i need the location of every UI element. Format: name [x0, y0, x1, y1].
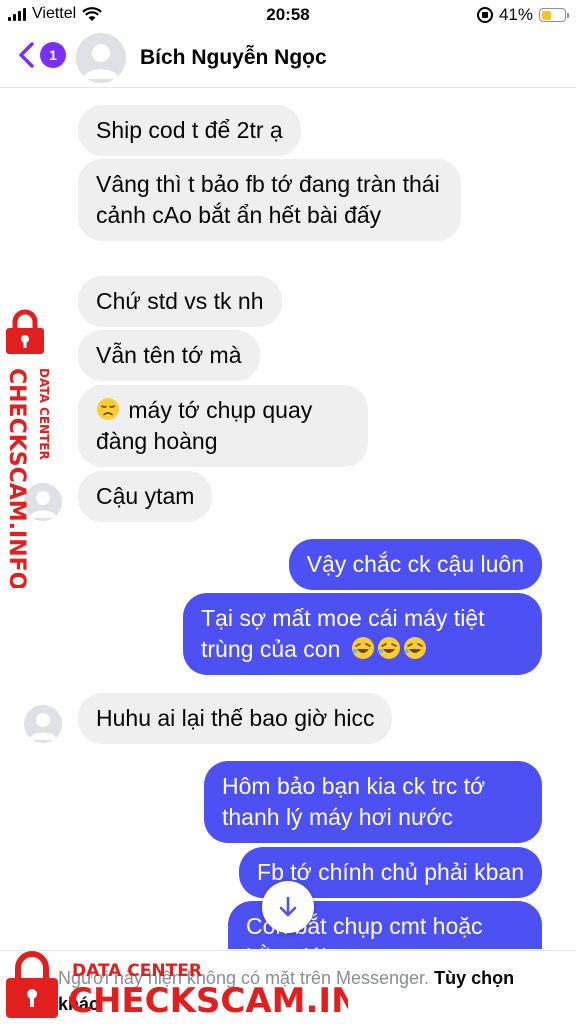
watermark-bottom: DATA CENTER CHECKSCAM.INFO — [6, 951, 348, 1021]
watermark-side-brand: CHECKSCAM.INFO — [4, 368, 29, 588]
message-text: Vâng thì t bảo fb tớ đang tràn thái cảnh… — [96, 171, 440, 228]
battery-icon — [539, 8, 569, 22]
rofl-face-icon — [403, 637, 426, 659]
padlock-icon — [6, 951, 58, 1018]
scroll-to-bottom-button[interactable] — [262, 881, 314, 933]
watermark-side: DATA CENTER CHECKSCAM.INFO — [4, 309, 51, 588]
sender-avatar[interactable] — [24, 705, 62, 743]
message-text: máy tớ chụp quay đàng hoàng — [96, 397, 313, 454]
message-text: Chứ std vs tk nh — [96, 288, 264, 314]
contact-name[interactable]: Bích Nguyễn Ngọc — [140, 46, 327, 70]
watermark-bottom-brand: CHECKSCAM.INFO — [68, 981, 348, 1021]
message-bubble-incoming[interactable]: Vẫn tên tớ mà — [78, 330, 260, 381]
arrow-down-icon — [279, 896, 297, 917]
padlock-icon — [6, 309, 44, 354]
message-list[interactable]: Ship cod t để 2tr ạ Vâng thì t bảo fb tớ… — [0, 89, 576, 949]
message-text: Huhu ai lại thế bao giờ hicc — [96, 705, 375, 731]
orientation-lock-icon — [476, 7, 493, 23]
message-bubble-incoming[interactable]: Ship cod t để 2tr ạ — [78, 105, 301, 156]
unread-badge: 1 — [40, 42, 66, 68]
rofl-face-icon — [377, 637, 400, 659]
back-button[interactable]: 1 — [16, 42, 66, 68]
message-text: Fb tớ chính chủ phải kban — [257, 859, 524, 885]
message-bubble-incoming[interactable]: Cậu ytam — [78, 471, 213, 522]
default-avatar-icon — [76, 33, 126, 83]
message-bubble-incoming[interactable]: máy tớ chụp quay đàng hoàng — [78, 385, 368, 467]
message-bubble-incoming[interactable]: Chứ std vs tk nh — [78, 276, 282, 327]
battery-fill — [541, 10, 551, 20]
default-avatar-icon — [24, 705, 62, 743]
chevron-left-icon — [19, 42, 34, 68]
watermark-bottom-title: DATA CENTER — [72, 961, 202, 981]
status-bar: Viettel 20:58 41% — [0, 0, 576, 30]
message-text: Cậu ytam — [96, 483, 195, 509]
conversation-header: 1 Bích Nguyễn Ngọc — [0, 30, 576, 88]
disappointed-face-icon — [97, 398, 119, 420]
battery-percent: 41% — [498, 5, 533, 24]
message-text: Tại sợ mất moe cái máy tiệt trùng của co… — [201, 605, 485, 662]
message-bubble-outgoing[interactable]: Vậy chắc ck cậu luôn — [288, 539, 542, 590]
rofl-face-icon — [351, 637, 374, 659]
message-text: Ship cod t để 2tr ạ — [96, 117, 283, 143]
message-text: Vẫn tên tớ mà — [96, 342, 242, 368]
message-bubble-outgoing[interactable]: Tại sợ mất moe cái máy tiệt trùng của co… — [183, 593, 542, 675]
message-bubble-incoming[interactable]: Vâng thì t bảo fb tớ đang tràn thái cảnh… — [78, 159, 461, 241]
message-text: Hôm bảo bạn kia ck trc tớ thanh lý máy h… — [222, 773, 486, 830]
message-text: Vậy chắc ck cậu luôn — [306, 551, 524, 577]
watermark-side-title: DATA CENTER — [37, 368, 51, 460]
message-bubble-incoming[interactable]: Huhu ai lại thế bao giờ hicc — [78, 693, 393, 744]
status-right: 41% — [476, 5, 569, 25]
contact-avatar[interactable] — [76, 33, 126, 83]
message-bubble-outgoing[interactable]: Hôm bảo bạn kia ck trc tớ thanh lý máy h… — [204, 761, 542, 843]
